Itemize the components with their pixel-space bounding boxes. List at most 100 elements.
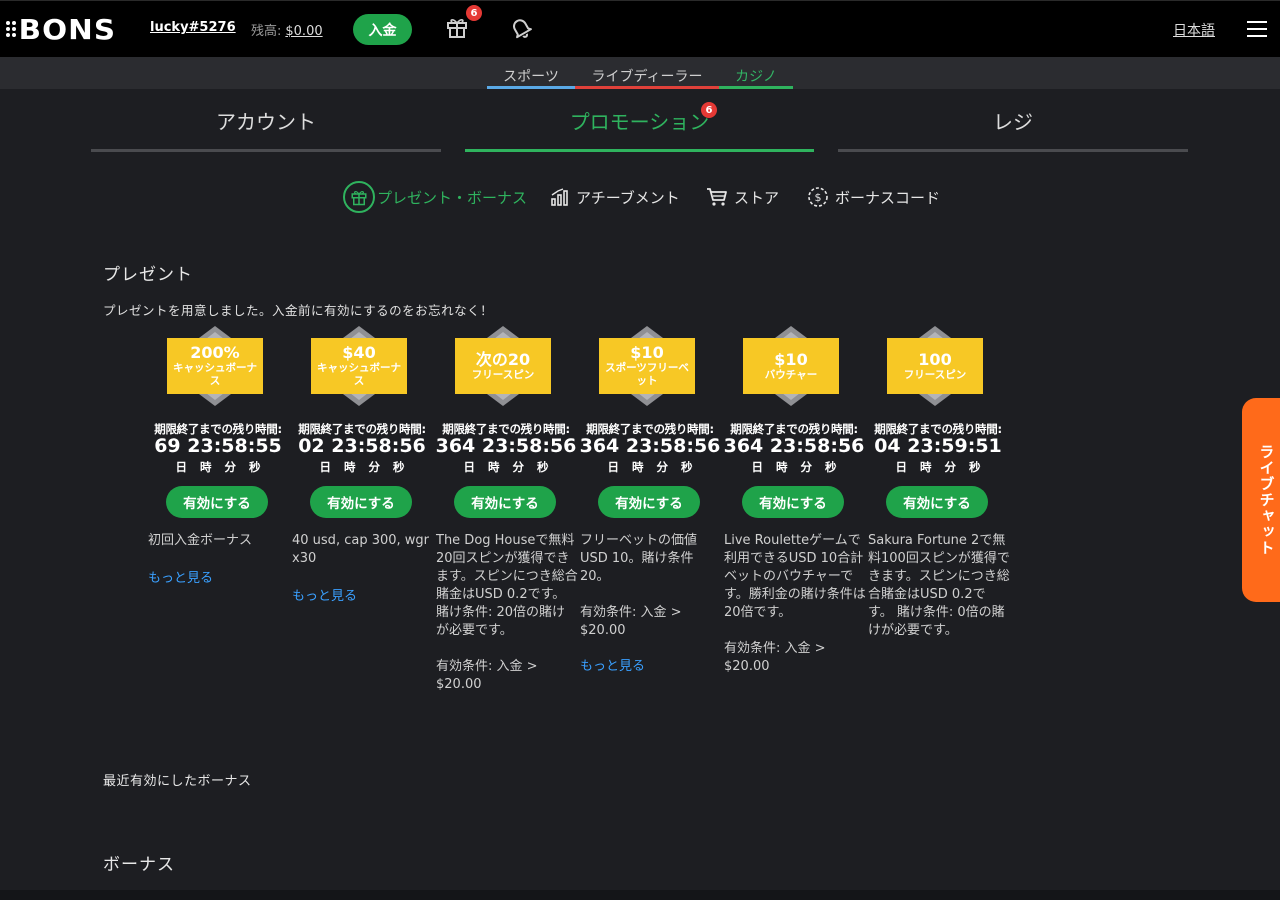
- timer-units: 日 時 分 秒: [319, 460, 405, 474]
- balance-value[interactable]: $0.00: [285, 24, 322, 39]
- recent-bonuses-heading: 最近有効にしたボーナス: [103, 774, 252, 789]
- gift-button[interactable]: 6: [446, 5, 482, 43]
- description-text: Live Rouletteゲームで利用できるUSD 10合計ベットのバウチャーで…: [724, 533, 866, 620]
- tab-label: レジ: [993, 110, 1033, 134]
- activate-button[interactable]: 有効にする: [598, 486, 700, 518]
- logo[interactable]: BONS: [6, 12, 117, 46]
- requirement-text: 有効条件: 入金 > $20.00: [436, 659, 538, 692]
- bottom-strip: [0, 890, 1280, 900]
- promotions-badge: 6: [701, 102, 717, 118]
- reward-type: キャッシュボーナス: [173, 362, 257, 387]
- reward-hex-badge: $10 スポーツフリーベット: [599, 326, 695, 406]
- tab-account[interactable]: アカウント: [91, 106, 441, 152]
- deposit-button[interactable]: 入金: [353, 14, 412, 45]
- language-selector[interactable]: 日本語: [1173, 20, 1215, 40]
- reward-label: 次の20 フリースピン: [455, 338, 551, 394]
- description-text: フリーベットの価値USD 10。賭け条件20。: [580, 533, 698, 584]
- see-more-link[interactable]: もっと見る: [580, 658, 722, 676]
- activate-button[interactable]: 有効にする: [886, 486, 988, 518]
- reward-type: バウチャー: [764, 368, 818, 381]
- product-subnav: スポーツ ライブディーラー カジノ: [0, 57, 1280, 89]
- reward-label: $40 キャッシュボーナス: [311, 338, 407, 394]
- subnav-underline: [719, 86, 793, 89]
- reward-label: $10 スポーツフリーベット: [599, 338, 695, 394]
- card-description: フリーベットの価値USD 10。賭け条件20。有効条件: 入金 > $20.00…: [580, 532, 722, 676]
- balance: 残高: $0.00: [251, 20, 323, 39]
- description-text: 40 usd, cap 300, wgr x30: [292, 533, 430, 566]
- tab-label: プロモーション: [569, 110, 710, 134]
- present-heading: プレゼント: [103, 265, 193, 285]
- timer-value: 02 23:58:56: [298, 435, 426, 457]
- subtab-label: プレゼント・ボーナス: [377, 188, 528, 207]
- reward-amount: 100: [918, 349, 952, 369]
- see-more-link[interactable]: もっと見る: [148, 570, 290, 588]
- reward-type: フリースピン: [471, 368, 535, 381]
- subtab-label: ボーナスコード: [835, 188, 941, 207]
- reward-hex-badge: 100 フリースピン: [887, 326, 983, 406]
- bar-chart-icon: [551, 188, 568, 206]
- description-text: The Dog Houseで無料20回スピンが獲得できます。スピンにつき総合賭金…: [436, 533, 578, 638]
- tab-underline: [91, 149, 441, 152]
- subtab-achievements[interactable]: アチーブメント: [550, 181, 680, 213]
- reward-hex-badge: $40 キャッシュボーナス: [311, 326, 407, 406]
- timer-units: 日 時 分 秒: [607, 460, 693, 474]
- reward-hex-badge: $10 バウチャー: [743, 326, 839, 406]
- subnav-item-casino[interactable]: カジノ: [719, 66, 793, 89]
- reward-amount: $10: [774, 349, 808, 369]
- card-description: Live Rouletteゲームで利用できるUSD 10合計ベットのバウチャーで…: [724, 532, 866, 676]
- reward-type: スポーツフリーベット: [605, 362, 689, 387]
- subtab-label: ストア: [734, 188, 780, 207]
- subnav-label: スポーツ: [503, 69, 559, 85]
- subtab-present-bonus[interactable]: プレゼント・ボーナス: [343, 181, 527, 213]
- tab-cashier[interactable]: レジ: [838, 106, 1188, 152]
- tab-underline: [465, 149, 814, 152]
- card-description: Sakura Fortune 2で無料100回スピンが獲得できます。スピンにつき…: [868, 532, 1010, 640]
- subnav-label: カジノ: [735, 69, 777, 85]
- activate-button[interactable]: 有効にする: [454, 486, 556, 518]
- subnav-item-sports[interactable]: スポーツ: [487, 66, 575, 89]
- svg-text:$: $: [815, 191, 822, 204]
- reward-amount: 次の20: [475, 349, 531, 369]
- tab-label: アカウント: [216, 110, 316, 134]
- card-description: 40 usd, cap 300, wgr x30 もっと見る: [292, 532, 434, 606]
- card-description: 初回入金ボーナスもっと見る: [148, 532, 290, 588]
- logo-text: BONS: [18, 12, 117, 46]
- timer-value: 69 23:58:55: [154, 435, 282, 457]
- notifications-button[interactable]: [509, 16, 533, 40]
- activate-button[interactable]: 有効にする: [166, 486, 268, 518]
- timer-value: 04 23:59:51: [874, 435, 1002, 457]
- subtab-bonus-code[interactable]: $ ボーナスコード: [807, 181, 940, 213]
- reward-label: $10 バウチャー: [743, 338, 839, 394]
- requirement-text: 有効条件: 入金 > $20.00: [580, 605, 682, 638]
- tab-underline: [838, 149, 1188, 152]
- activate-button[interactable]: 有効にする: [310, 486, 412, 518]
- tab-promotions[interactable]: プロモーション 6: [465, 102, 814, 152]
- reward-amount: $10: [630, 343, 664, 362]
- timer-units: 日 時 分 秒: [463, 460, 549, 474]
- logo-dots: [6, 21, 16, 37]
- card-description: The Dog Houseで無料20回スピンが獲得できます。スピンにつき総合賭金…: [436, 532, 578, 694]
- reward-label: 200% キャッシュボーナス: [167, 338, 263, 394]
- see-more-link[interactable]: もっと見る: [292, 588, 434, 606]
- reward-label: 100 フリースピン: [887, 338, 983, 394]
- subnav-label: ライブディーラー: [591, 69, 703, 85]
- description-text: Sakura Fortune 2で無料100回スピンが獲得できます。スピンにつき…: [868, 533, 1010, 638]
- hamburger-menu-icon[interactable]: [1247, 21, 1267, 37]
- description-text: 初回入金ボーナス: [148, 533, 253, 548]
- reward-type: キャッシュボーナス: [317, 362, 401, 387]
- subtab-store[interactable]: ストア: [706, 181, 779, 213]
- top-bar: BONS lucky#5276 残高: $0.00 入金 6 日本語: [0, 0, 1280, 57]
- timer-value: 364 23:58:56: [723, 435, 865, 457]
- subnav-underline: [487, 86, 575, 89]
- gift-icon: [447, 19, 467, 38]
- timer-units: 日 時 分 秒: [175, 460, 261, 474]
- activate-button[interactable]: 有効にする: [742, 486, 844, 518]
- timer-value: 364 23:58:56: [435, 435, 577, 457]
- subtab-label: アチーブメント: [576, 188, 680, 207]
- coin-icon: $: [808, 187, 828, 207]
- reward-amount: $40: [342, 343, 376, 362]
- reward-amount: 200%: [190, 343, 240, 362]
- subnav-item-live-dealer[interactable]: ライブディーラー: [575, 66, 719, 89]
- username-link[interactable]: lucky#5276: [150, 20, 236, 35]
- live-chat-button[interactable]: ライブチャット: [1242, 398, 1280, 602]
